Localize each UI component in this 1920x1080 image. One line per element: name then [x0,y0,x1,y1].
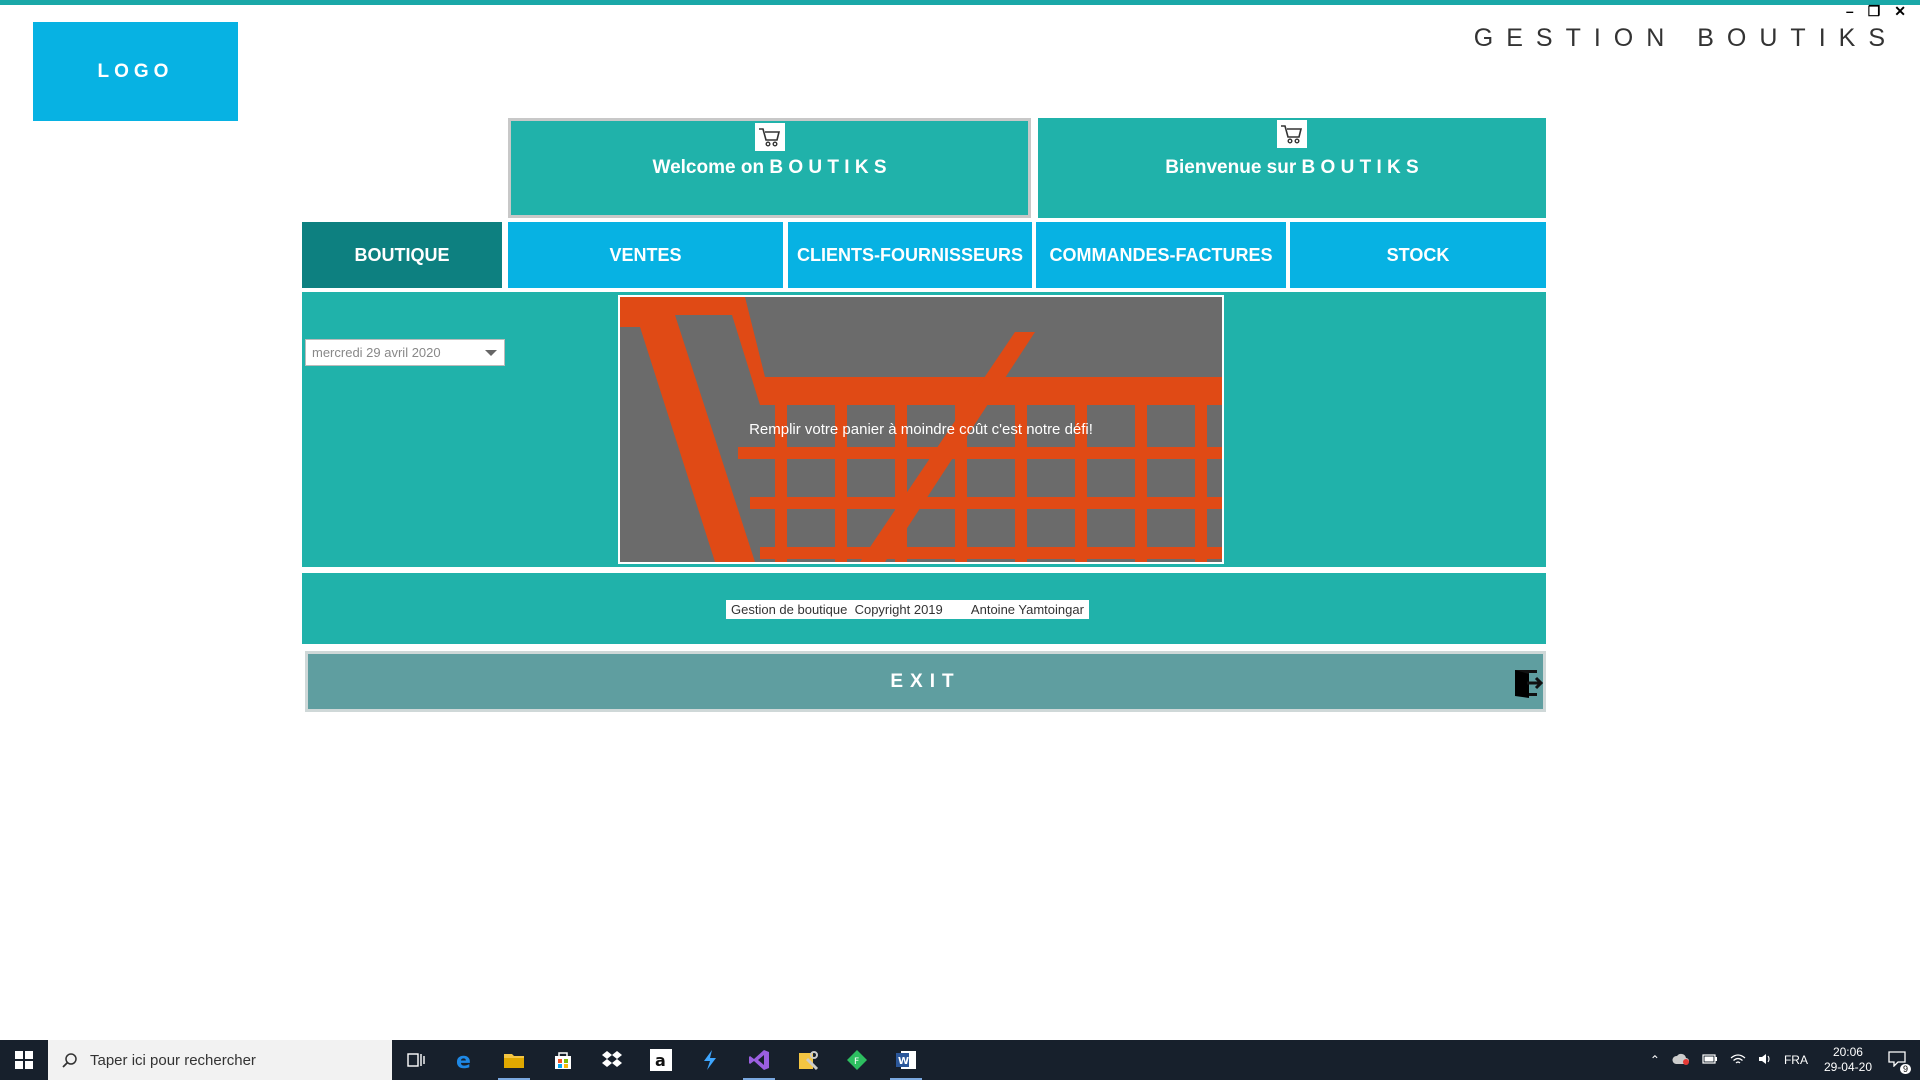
exit-door-icon [1515,670,1543,698]
date-picker[interactable]: mercredi 29 avril 2020 [305,339,505,366]
svg-text:W: W [898,1056,909,1067]
nav-boutique[interactable]: BOUTIQUE [302,222,502,288]
amazon-icon[interactable]: a [637,1040,685,1080]
clock-time: 20:06 [1832,1045,1863,1059]
nav-stock[interactable]: STOCK [1290,222,1546,288]
exit-button[interactable]: EXIT [305,651,1546,712]
chevron-down-icon[interactable] [485,350,497,356]
cart-icon [754,123,785,151]
welcome-english-panel: Welcome on B O U T I K S [508,118,1031,218]
app-title: GESTION BOUTIKS [1473,24,1898,52]
word-icon[interactable]: W [882,1040,930,1080]
edge-icon[interactable]: e [441,1040,489,1080]
taskbar-search[interactable]: Taper ici pour rechercher [48,1040,392,1080]
store-icon[interactable] [539,1040,587,1080]
taskbar: Taper ici pour rechercher e a F W ⌃ FRA … [0,1040,1920,1080]
notification-icon[interactable]: 9 [1888,1050,1911,1074]
task-view-icon[interactable] [392,1040,440,1080]
windows-icon [15,1051,33,1069]
top-accent-line [0,0,1920,5]
notification-count: 9 [1899,1063,1911,1074]
visual-studio-icon[interactable] [735,1040,783,1080]
minimize-icon[interactable]: – [1846,4,1854,18]
banner-slogan: Remplir votre panier à moindre coût c'es… [749,421,1093,438]
volume-icon[interactable] [1758,1053,1772,1068]
svg-text:a: a [655,1051,666,1070]
battery-icon[interactable] [1702,1053,1718,1067]
start-button[interactable] [0,1040,48,1080]
vscode-icon[interactable] [686,1040,734,1080]
system-tray: ⌃ FRA 20:06 29-04-20 9 [1644,1040,1920,1080]
onedrive-icon[interactable] [1672,1053,1690,1068]
svg-text:e: e [456,1049,471,1071]
nav-clients-fournisseurs[interactable]: CLIENTS-FOURNISSEURS [788,222,1032,288]
git-icon[interactable]: F [833,1040,881,1080]
welcome-french-panel: Bienvenue sur B O U T I K S [1038,118,1546,218]
nav-ventes[interactable]: VENTES [508,222,783,288]
system-clock[interactable]: 20:06 29-04-20 [1824,1045,1872,1075]
shopping-cart-banner: Remplir votre panier à moindre coût c'es… [618,295,1224,564]
svg-text:F: F [854,1057,859,1067]
restore-icon[interactable]: ❐ [1868,4,1881,18]
nav-commandes-factures[interactable]: COMMANDES-FACTURES [1036,222,1286,288]
file-explorer-icon[interactable] [490,1040,538,1080]
tools-icon[interactable] [784,1040,832,1080]
dropbox-icon[interactable] [588,1040,636,1080]
exit-label: EXIT [890,670,961,692]
logo-text: LOGO [97,60,174,82]
chevron-up-icon[interactable]: ⌃ [1650,1053,1660,1067]
language-indicator[interactable]: FRA [1784,1053,1808,1067]
search-icon [62,1053,77,1068]
copyright-text: Gestion de boutique Copyright 2019 Antoi… [726,600,1089,619]
logo: LOGO [33,22,238,121]
search-placeholder: Taper ici pour rechercher [90,1051,256,1069]
cart-icon [1277,120,1307,148]
close-icon[interactable]: ✕ [1894,4,1906,18]
wifi-icon[interactable] [1730,1053,1746,1068]
welcome-english-text: Welcome on B O U T I K S [652,157,887,178]
clock-date: 29-04-20 [1823,1060,1872,1074]
date-value: mercredi 29 avril 2020 [312,345,441,360]
welcome-french-text: Bienvenue sur B O U T I K S [1165,157,1419,178]
window-controls: – ❐ ✕ [1846,4,1906,18]
